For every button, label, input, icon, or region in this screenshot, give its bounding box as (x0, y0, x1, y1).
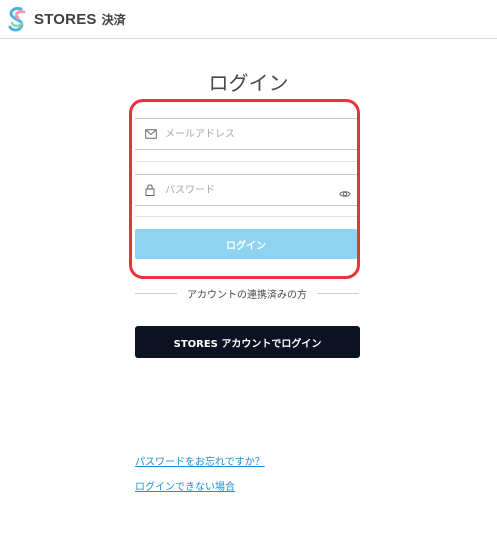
password-field[interactable] (135, 174, 357, 206)
eye-icon[interactable] (339, 185, 351, 197)
stores-account-login-button[interactable]: STORES アカウントでログイン (135, 326, 360, 358)
stores-logo-icon (8, 7, 26, 32)
separator-text: アカウントの連携済みの方 (187, 289, 307, 301)
separator-line-left (135, 292, 177, 294)
field-bottom-divider (135, 216, 357, 217)
lock-icon (145, 184, 157, 196)
password-input[interactable] (165, 184, 315, 196)
forgot-password-link[interactable]: パスワードをお忘れですか？ (135, 453, 265, 468)
field-gap-divider (135, 161, 357, 162)
mail-icon (145, 128, 157, 140)
brand-name: STORES (34, 10, 97, 28)
login-page: STORES 決済 ログイン ログイン (0, 0, 497, 533)
separator-line-right (317, 292, 359, 294)
email-input[interactable] (165, 128, 315, 140)
cannot-login-link[interactable]: ログインできない場合 (135, 478, 235, 493)
linked-account-separator: アカウントの連携済みの方 (135, 285, 359, 301)
header: STORES 決済 (0, 0, 497, 39)
brand-logo[interactable]: STORES 決済 (6, 5, 126, 33)
brand-sub: 決済 (101, 12, 126, 27)
email-field[interactable] (135, 118, 357, 150)
login-button[interactable]: ログイン (135, 229, 357, 259)
page-title: ログイン (208, 71, 289, 95)
